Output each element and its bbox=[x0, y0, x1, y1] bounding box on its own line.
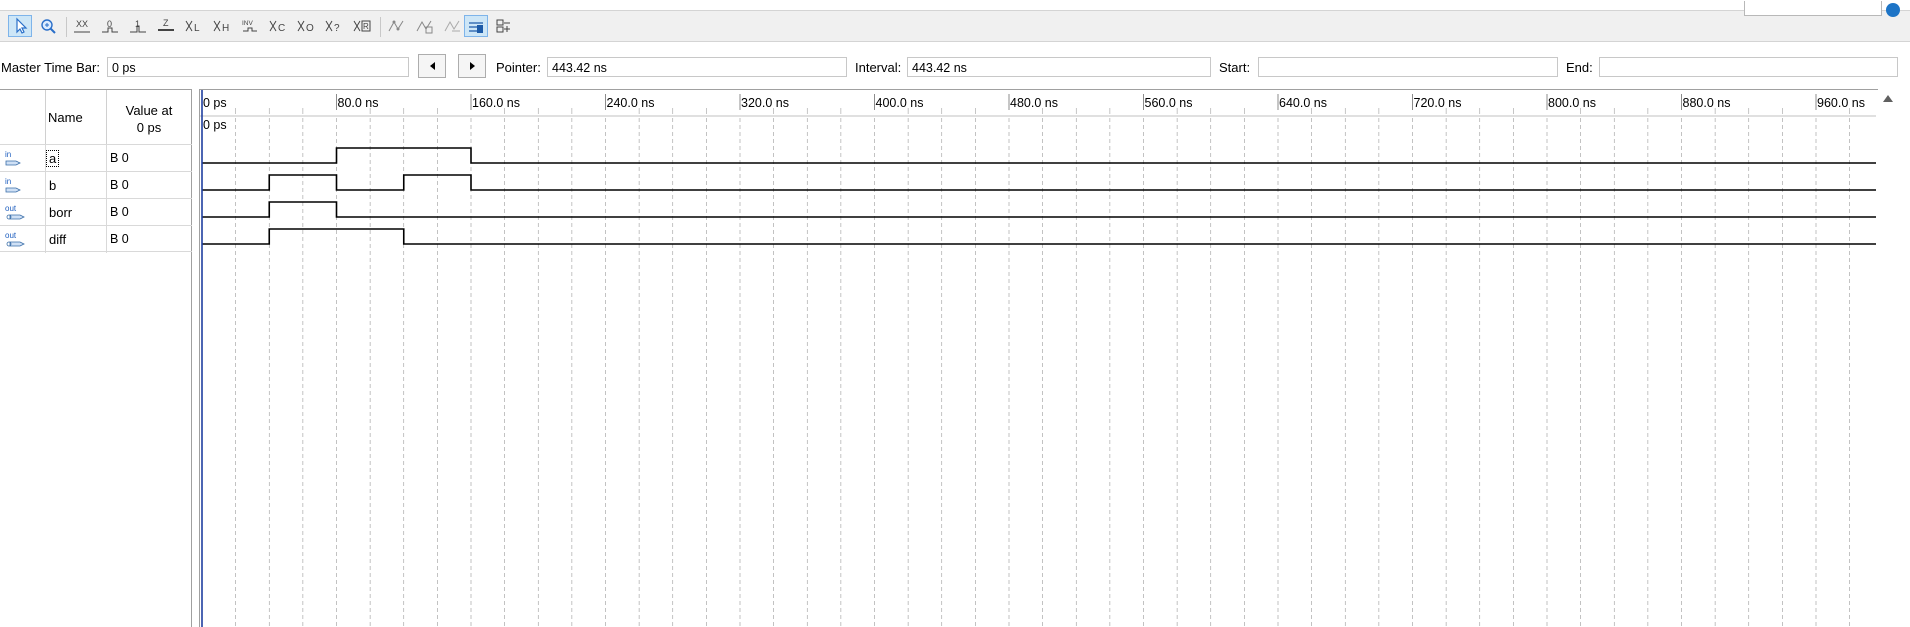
pointer-label: Pointer: bbox=[496, 60, 541, 75]
end-field[interactable] bbox=[1599, 57, 1898, 77]
output-pin-icon: out bbox=[5, 204, 25, 220]
high-impedance-icon[interactable]: Z bbox=[154, 15, 178, 37]
ruler-label: 160.0 ns bbox=[472, 96, 520, 110]
signal-name: borr bbox=[49, 205, 73, 220]
snap-to-transition-icon[interactable] bbox=[384, 15, 408, 37]
ruler-label: 960.0 ns bbox=[1817, 96, 1865, 110]
ruler-label: 400.0 ns bbox=[876, 96, 924, 110]
svg-text:in: in bbox=[5, 177, 11, 186]
arrow-right-icon bbox=[469, 62, 475, 70]
ruler-label: 80.0 ns bbox=[338, 96, 379, 110]
ruler-label: 880.0 ns bbox=[1683, 96, 1731, 110]
svg-text:O: O bbox=[306, 23, 314, 34]
svg-text:out: out bbox=[5, 204, 17, 213]
toolbar: XX 0 1 Z L H INV C O ? R bbox=[0, 1, 1910, 42]
signal-value: B 0 bbox=[110, 151, 129, 165]
vertical-scrollbar[interactable] bbox=[1878, 89, 1900, 627]
input-pin-icon: in bbox=[5, 150, 21, 166]
start-field[interactable] bbox=[1258, 57, 1558, 77]
waveform-a[interactable] bbox=[202, 147, 1876, 164]
signal-value: B 0 bbox=[110, 232, 129, 246]
ruler-label: 560.0 ns bbox=[1145, 96, 1193, 110]
forcing-unknown-icon[interactable]: O bbox=[294, 15, 318, 37]
arbitrary-value-icon[interactable] bbox=[440, 15, 464, 37]
weak-high-icon[interactable]: H bbox=[210, 15, 234, 37]
svg-text:Z: Z bbox=[163, 18, 169, 28]
value-at-label: Value at bbox=[125, 103, 173, 118]
selection-tool-icon[interactable] bbox=[8, 15, 32, 37]
value-at-time: 0 ps bbox=[136, 120, 162, 135]
svg-text:C: C bbox=[278, 23, 285, 34]
signal-row-borr[interactable]: out borr B 0 bbox=[0, 198, 192, 226]
svg-text:H: H bbox=[222, 23, 229, 34]
master-time-bar-label: Master Time Bar: bbox=[1, 60, 100, 75]
previous-transition-button[interactable] bbox=[418, 54, 446, 78]
signal-name: b bbox=[49, 178, 57, 193]
waveform-settings-icon[interactable] bbox=[464, 15, 488, 37]
input-pin-icon: in bbox=[5, 177, 21, 193]
ruler-label: 320.0 ns bbox=[741, 96, 789, 110]
svg-text:in: in bbox=[5, 150, 11, 159]
ruler-label: 0 ps bbox=[203, 96, 227, 110]
signal-row-a[interactable]: in a B 0 bbox=[0, 144, 192, 172]
waveform-panel[interactable]: 0 ps 80.0 ns 160.0 ns 240.0 ns 320.0 ns 400.0… bbox=[199, 89, 1899, 627]
signal-list-panel: Name Value at 0 ps in a B 0 in b B 0 out… bbox=[0, 89, 192, 627]
grid-settings-icon[interactable] bbox=[412, 15, 436, 37]
signal-row-diff[interactable]: out diff B 0 bbox=[0, 225, 192, 253]
interval-label: Interval: bbox=[855, 60, 902, 75]
master-time-marker-label: 0 ps bbox=[203, 118, 227, 132]
force-high-icon[interactable]: 1 bbox=[126, 15, 150, 37]
waveform-canvas[interactable]: 0 ps 80.0 ns 160.0 ns 240.0 ns 320.0 ns 400.0… bbox=[200, 90, 1876, 627]
ruler-label: 240.0 ns bbox=[607, 96, 655, 110]
start-label: Start: bbox=[1219, 60, 1251, 75]
waveform-b[interactable] bbox=[202, 174, 1876, 191]
next-transition-button[interactable] bbox=[458, 54, 486, 78]
pointer-field[interactable]: 443.42 ns bbox=[547, 57, 847, 77]
svg-text:L: L bbox=[194, 23, 200, 34]
waveform-borr[interactable] bbox=[202, 201, 1876, 218]
force-low-icon[interactable]: 0 bbox=[98, 15, 122, 37]
ruler-label: 640.0 ns bbox=[1279, 96, 1327, 110]
help-icon[interactable] bbox=[1886, 3, 1900, 17]
ruler-label: 800.0 ns bbox=[1548, 96, 1596, 110]
svg-text:INV: INV bbox=[242, 20, 254, 27]
svg-text:out: out bbox=[5, 231, 17, 240]
signal-value: B 0 bbox=[110, 205, 129, 219]
column-header-value[interactable]: Value at 0 ps bbox=[110, 102, 188, 136]
column-header-name[interactable]: Name bbox=[48, 110, 83, 125]
svg-text:XX: XX bbox=[76, 19, 88, 29]
signal-value: B 0 bbox=[110, 178, 129, 192]
arrow-left-icon bbox=[429, 62, 435, 70]
output-pin-icon: out bbox=[5, 231, 25, 247]
waveform-diff[interactable] bbox=[202, 228, 1876, 245]
scroll-up-arrow-icon[interactable] bbox=[1883, 95, 1893, 102]
interval-field[interactable]: 443.42 ns bbox=[907, 57, 1211, 77]
svg-text:R: R bbox=[363, 22, 369, 31]
random-value-icon[interactable]: R bbox=[350, 15, 374, 37]
weak-low-icon[interactable]: L bbox=[182, 15, 206, 37]
ruler-label: 480.0 ns bbox=[1010, 96, 1058, 110]
uninitialized-icon[interactable]: XX bbox=[70, 15, 94, 37]
master-time-bar-field[interactable]: 0 ps bbox=[107, 57, 409, 77]
end-label: End: bbox=[1566, 60, 1593, 75]
search-input[interactable] bbox=[1744, 1, 1882, 16]
signal-row-b[interactable]: in b B 0 bbox=[0, 171, 192, 199]
group-icon[interactable] bbox=[492, 15, 516, 37]
signal-name: diff bbox=[49, 232, 67, 247]
ruler-label: 720.0 ns bbox=[1414, 96, 1462, 110]
count-value-icon[interactable]: C bbox=[266, 15, 290, 37]
svg-text:?: ? bbox=[334, 23, 340, 34]
invert-icon[interactable]: INV bbox=[238, 15, 262, 37]
zoom-tool-icon[interactable] bbox=[36, 15, 60, 37]
signal-name: a bbox=[45, 150, 60, 167]
time-bar-row: Master Time Bar: 0 ps Pointer: 443.42 ns… bbox=[0, 53, 1910, 81]
dont-care-icon[interactable]: ? bbox=[322, 15, 346, 37]
